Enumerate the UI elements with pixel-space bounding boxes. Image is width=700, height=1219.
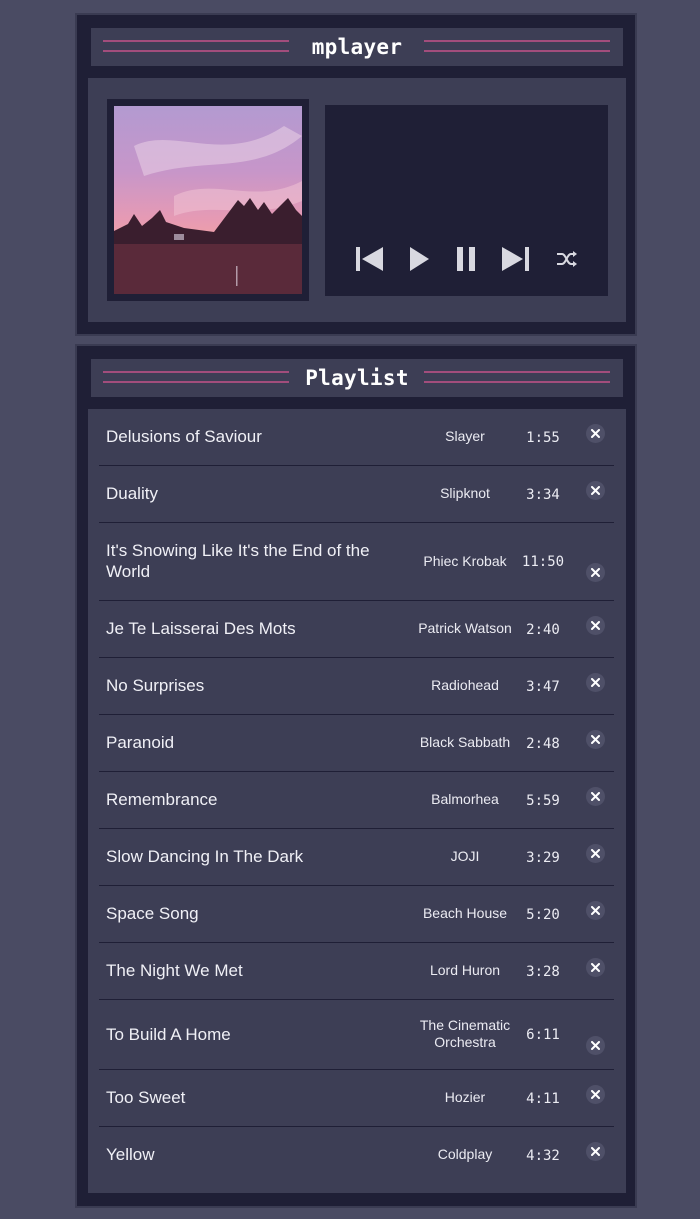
remove-track-button[interactable] <box>586 423 605 443</box>
track-row[interactable]: No Surprises Radiohead 3:47 <box>99 658 614 715</box>
track-title: Yellow <box>106 1145 155 1164</box>
track-row[interactable]: Remembrance Balmorhea 5:59 <box>99 772 614 829</box>
close-icon <box>591 848 600 858</box>
player-body <box>88 78 626 322</box>
playlist-body: Delusions of Saviour Slayer 1:55 Duality Sli… <box>88 409 626 1193</box>
track-row[interactable]: Slow Dancing In The Dark JOJI 3:29 <box>99 829 614 886</box>
playlist-header: Playlist <box>91 359 623 397</box>
close-icon <box>591 1089 600 1099</box>
close-icon <box>591 568 600 577</box>
close-icon <box>591 1041 600 1050</box>
remove-track-button[interactable] <box>586 957 605 977</box>
track-artist: Lord Huron <box>429 962 501 978</box>
track-title: Remembrance <box>106 790 218 809</box>
remove-track-button[interactable] <box>586 1036 605 1055</box>
track-artist: Coldplay <box>437 1146 493 1162</box>
close-icon <box>591 962 600 972</box>
close-icon <box>591 677 600 687</box>
track-duration: 5:59 <box>526 792 560 809</box>
track-duration: 2:48 <box>526 735 560 752</box>
track-row[interactable]: Je Te Laisserai Des Mots Patrick Watson 2:… <box>99 601 614 658</box>
track-title: Slow Dancing In The Dark <box>106 847 304 866</box>
track-artist: Black Sabbath <box>419 734 511 750</box>
track-duration: 6:11 <box>526 1027 560 1043</box>
track-duration: 3:34 <box>526 486 560 503</box>
track-artist: The Cinematic Orchestra <box>419 1017 511 1050</box>
shuffle-button[interactable] <box>549 245 585 273</box>
track-artist: Hozier <box>444 1089 486 1105</box>
controls-panel <box>325 105 608 296</box>
track-row[interactable]: Yellow Coldplay 4:32 <box>99 1127 614 1184</box>
album-art-frame <box>107 99 309 301</box>
pause-icon <box>457 247 475 271</box>
track-row[interactable]: Duality Slipknot 3:34 <box>99 466 614 523</box>
close-icon <box>591 428 600 438</box>
track-duration: 3:29 <box>526 849 560 866</box>
close-icon <box>591 791 600 801</box>
track-title: No Surprises <box>106 676 205 695</box>
remove-track-button[interactable] <box>586 729 605 749</box>
remove-track-button[interactable] <box>586 786 605 806</box>
shuffle-icon <box>557 251 577 267</box>
close-icon <box>591 905 600 915</box>
track-artist: Phiec Krobak <box>423 552 507 569</box>
track-title: It's Snowing Like It's the End of the Wo… <box>106 541 370 581</box>
album-art <box>114 106 302 294</box>
close-icon <box>591 1146 600 1156</box>
track-row[interactable]: To Build A Home The Cinematic Orchestra 6:… <box>99 1000 614 1070</box>
header-decoration-right <box>424 371 610 384</box>
track-row[interactable]: The Night We Met Lord Huron 3:28 <box>99 943 614 1000</box>
close-icon <box>591 485 600 495</box>
remove-track-button[interactable] <box>586 480 605 500</box>
track-artist: Radiohead <box>431 677 499 693</box>
close-icon <box>591 734 600 744</box>
track-title: Delusions of Saviour <box>106 427 262 446</box>
remove-track-button[interactable] <box>586 1084 605 1104</box>
track-duration: 3:47 <box>526 678 560 695</box>
track-row[interactable]: Too Sweet Hozier 4:11 <box>99 1070 614 1127</box>
track-row[interactable]: Paranoid Black Sabbath 2:48 <box>99 715 614 772</box>
track-artist: Balmorhea <box>431 791 499 807</box>
track-duration: 5:20 <box>526 906 560 923</box>
track-title: Duality <box>106 484 158 503</box>
track-duration: 4:32 <box>526 1147 560 1164</box>
track-title: Too Sweet <box>106 1088 186 1107</box>
remove-track-button[interactable] <box>586 900 605 920</box>
close-icon <box>591 620 600 630</box>
previous-button[interactable] <box>351 245 387 273</box>
track-title: Paranoid <box>106 733 175 752</box>
remove-track-button[interactable] <box>586 563 605 582</box>
track-title: The Night We Met <box>106 961 243 980</box>
remove-track-button[interactable] <box>586 615 605 635</box>
track-duration: 2:40 <box>526 621 560 638</box>
track-artist: Beach House <box>422 905 508 921</box>
player-header: mplayer <box>91 28 623 66</box>
player-panel: mplayer <box>75 13 637 336</box>
remove-track-button[interactable] <box>586 1141 605 1161</box>
track-artist: Slayer <box>445 428 485 444</box>
track-row[interactable]: It's Snowing Like It's the End of the Wo… <box>99 523 614 601</box>
track-artist: JOJI <box>450 848 480 864</box>
remove-track-button[interactable] <box>586 672 605 692</box>
track-duration: 3:28 <box>526 963 560 980</box>
skip-previous-icon <box>356 247 383 271</box>
play-button[interactable] <box>401 245 437 273</box>
header-decoration-right <box>424 40 610 53</box>
play-icon <box>410 247 429 271</box>
track-row[interactable]: Space Song Beach House 5:20 <box>99 886 614 943</box>
track-duration: 4:11 <box>526 1090 560 1107</box>
remove-track-button[interactable] <box>586 843 605 863</box>
pause-button[interactable] <box>448 245 484 273</box>
skip-next-icon <box>502 247 529 271</box>
track-duration: 1:55 <box>526 429 560 446</box>
track-duration: 11:50 <box>521 554 565 570</box>
track-title: Space Song <box>106 904 199 923</box>
next-button[interactable] <box>498 245 534 273</box>
track-artist: Patrick Watson <box>418 620 512 636</box>
track-row[interactable]: Delusions of Saviour Slayer 1:55 <box>99 409 614 466</box>
track-title: To Build A Home <box>106 1024 231 1044</box>
track-artist: Slipknot <box>440 485 490 501</box>
playlist-panel: Playlist Delusions of Saviour Slayer 1:55 D… <box>75 344 637 1208</box>
track-title: Je Te Laisserai Des Mots <box>106 619 296 638</box>
